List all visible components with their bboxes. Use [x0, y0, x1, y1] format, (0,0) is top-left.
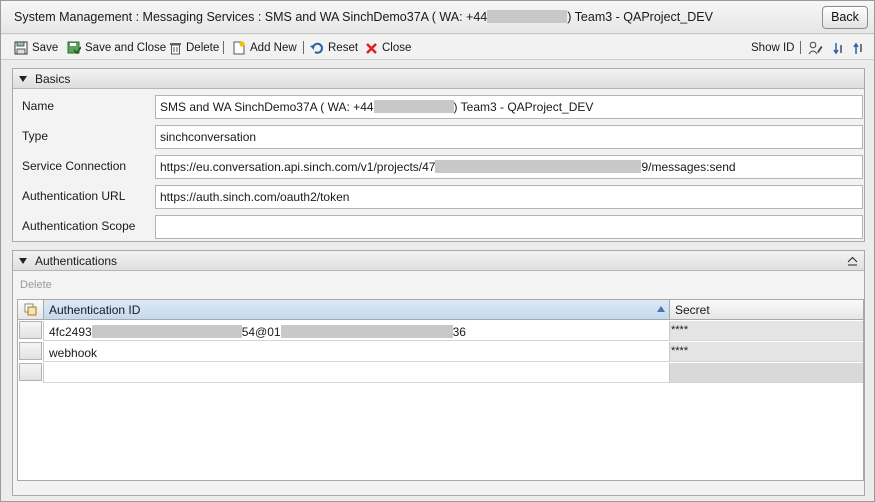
authentications-title: Authentications: [35, 254, 118, 268]
new-row-secret-cell[interactable]: [669, 363, 863, 383]
grid-delete-button[interactable]: Delete: [20, 279, 52, 291]
table-row-secret-cell[interactable]: ****: [669, 342, 863, 362]
sort-down-button[interactable]: [833, 39, 849, 57]
save-icon: [14, 41, 28, 55]
table-row-id-cell[interactable]: 4fc2493 54@01 36: [43, 321, 669, 341]
basics-panel: Basics Name SMS and WA SinchDemo37A ( WA…: [12, 68, 865, 242]
column-header-authentication-id[interactable]: Authentication ID: [43, 300, 669, 319]
table-row-id-cell[interactable]: webhook: [43, 342, 669, 362]
window-title-start: System Management : Messaging Services :…: [14, 10, 488, 24]
id-part-middle: 54@01: [241, 325, 281, 339]
sort-down-icon: [833, 42, 842, 54]
user-edit-button[interactable]: [808, 39, 827, 57]
authentication-scope-field[interactable]: [155, 215, 863, 239]
window-title: System Management : Messaging Services :…: [14, 10, 713, 24]
add-new-icon: [233, 41, 245, 55]
authentication-url-label: Authentication URL: [22, 189, 126, 203]
redacted-block: [373, 100, 454, 113]
secret-value: ****: [671, 324, 689, 336]
reset-icon: [310, 42, 323, 54]
type-label: Type: [22, 129, 49, 143]
reset-label: Reset: [328, 42, 359, 54]
redacted-block: [280, 325, 453, 338]
sort-up-icon: [853, 42, 862, 54]
save-label: Save: [32, 42, 59, 54]
authentication-id-value: 4fc2493 54@01 36: [49, 325, 466, 339]
redacted-block: [435, 160, 642, 173]
type-field[interactable]: sinchconversation: [155, 125, 863, 149]
show-id-button[interactable]: Show ID: [751, 39, 794, 57]
id-part-start: 4fc2493: [49, 325, 92, 339]
table-row-secret-cell[interactable]: ****: [669, 321, 863, 341]
sort-up-button[interactable]: [853, 39, 869, 57]
close-label: Close: [382, 42, 412, 54]
save-button[interactable]: Save: [14, 39, 58, 57]
save-and-close-icon: [67, 41, 81, 55]
sort-ascending-icon: [657, 306, 665, 312]
basics-header[interactable]: Basics: [13, 69, 864, 89]
toolbar: Save Save and Close Delete Add New Reset…: [1, 35, 874, 60]
name-value-end: ) Team3 - QAProject_DEV: [453, 100, 594, 114]
collapse-panel-icon[interactable]: [847, 256, 858, 266]
row-header[interactable]: [19, 342, 42, 360]
toolbar-separator: [223, 41, 224, 54]
service-connection-label: Service Connection: [22, 159, 127, 173]
secret-value: ****: [671, 345, 689, 357]
secret-header-label: Secret: [675, 303, 710, 317]
authentication-id-value: webhook: [49, 346, 98, 360]
back-button[interactable]: Back: [822, 6, 868, 29]
user-edit-icon: [808, 41, 823, 55]
title-bar: System Management : Messaging Services :…: [1, 1, 874, 34]
save-and-close-button[interactable]: Save and Close: [67, 39, 166, 57]
column-header-secret[interactable]: Secret: [669, 300, 863, 319]
select-all-icon[interactable]: [24, 303, 37, 316]
row-header[interactable]: [19, 363, 42, 381]
collapse-triangle-icon[interactable]: [19, 258, 27, 264]
grid-header: Authentication ID Secret: [18, 300, 863, 320]
authentications-grid: Authentication ID Secret 4fc2493 54@01 36 …: [17, 299, 864, 481]
close-icon: [366, 42, 377, 54]
basics-title: Basics: [35, 72, 71, 86]
add-new-button[interactable]: Add New: [232, 39, 297, 57]
collapse-triangle-icon[interactable]: [19, 76, 27, 82]
add-new-label: Add New: [250, 42, 297, 54]
show-id-label: Show ID: [751, 42, 795, 54]
redacted-block: [487, 10, 568, 23]
authentications-panel: Authentications Delete Authentication ID…: [12, 250, 865, 496]
row-header[interactable]: [19, 321, 42, 339]
authentication-scope-label: Authentication Scope: [22, 219, 136, 233]
delete-label: Delete: [186, 42, 220, 54]
name-field[interactable]: SMS and WA SinchDemo37A ( WA: +44 ) Team3…: [155, 95, 863, 119]
trash-icon: [170, 43, 181, 55]
service-connection-field[interactable]: https://eu.conversation.api.sinch.com/v1…: [155, 155, 863, 179]
new-row-id-cell[interactable]: [43, 363, 669, 383]
name-value-start: SMS and WA SinchDemo37A ( WA: +44: [160, 100, 374, 114]
window-title-end: ) Team3 - QAProject_DEV: [567, 10, 713, 24]
authentication-url-field[interactable]: https://auth.sinch.com/oauth2/token: [155, 185, 863, 209]
toolbar-separator: [800, 41, 801, 54]
service-connection-start: https://eu.conversation.api.sinch.com/v1…: [160, 160, 436, 174]
save-and-close-label: Save and Close: [85, 42, 167, 54]
delete-button[interactable]: Delete: [169, 39, 219, 57]
close-button[interactable]: Close: [365, 39, 411, 57]
name-label: Name: [22, 99, 55, 113]
authentication-id-header-label: Authentication ID: [49, 303, 141, 317]
authentications-header[interactable]: Authentications: [13, 251, 864, 271]
reset-button[interactable]: Reset: [310, 39, 358, 57]
redacted-block: [91, 325, 242, 338]
service-connection-end: 9/messages:send: [641, 160, 736, 174]
id-part-end: 36: [452, 325, 466, 339]
toolbar-separator: [303, 41, 304, 54]
